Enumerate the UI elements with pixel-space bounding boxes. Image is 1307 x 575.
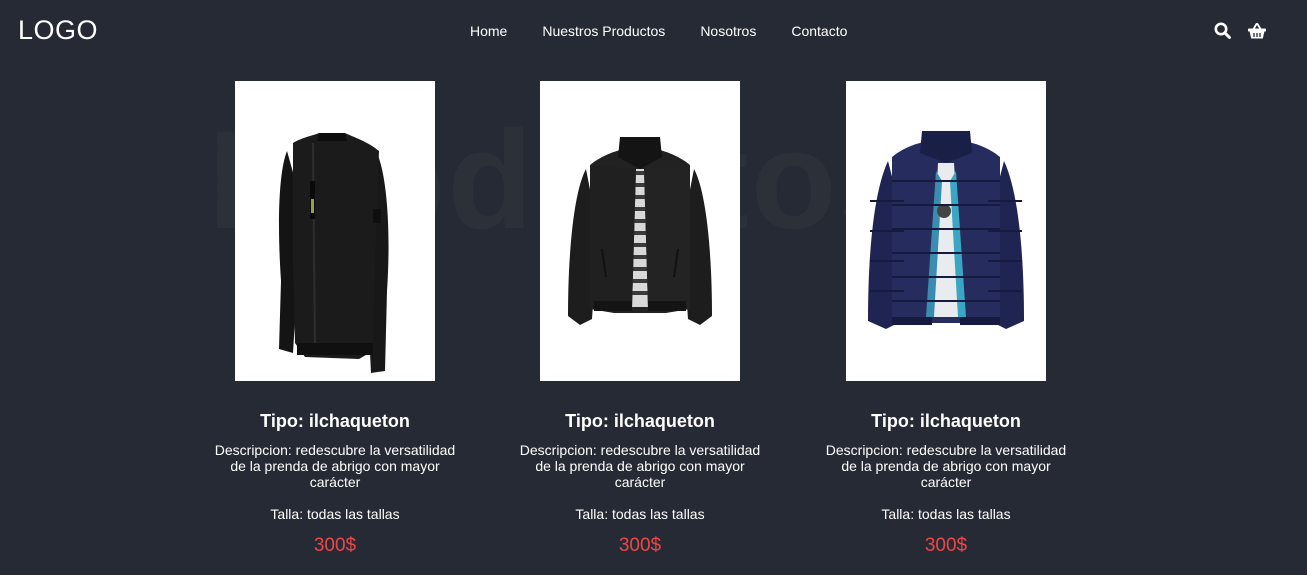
header-icons [1213,21,1267,41]
logo[interactable]: LOGO [18,13,98,47]
product-title: Tipo: ilchaqueton [260,411,410,431]
product-price: 300$ [924,535,968,556]
navy-puffer-jacket-image [868,131,1024,329]
product-price: 300$ [313,535,357,556]
product-title: Tipo: ilchaqueton [565,411,715,431]
nav-products[interactable]: Nuestros Productos [542,22,665,40]
product-description: Descripcion: redescubre la versatilidad … [825,442,1067,490]
product-size: Talla: todas las tallas [881,506,1011,522]
product-size: Talla: todas las tallas [270,506,400,522]
product-image[interactable] [846,81,1046,381]
black-harrington-jacket-image [568,137,712,325]
black-bomber-jacket-image [279,133,389,373]
product-price: 300$ [618,535,662,556]
product-card: Tipo: ilchaqueton Descripcion: redescubr… [205,81,465,556]
product-card: Tipo: ilchaqueton Descripcion: redescubr… [510,81,770,556]
nav-about[interactable]: Nosotros [700,22,756,40]
header: LOGO Home Nuestros Productos Nosotros Co… [0,0,1307,62]
nav-contact[interactable]: Contacto [791,22,847,40]
product-title: Tipo: ilchaqueton [871,411,1021,431]
product-description: Descripcion: redescubre la versatilidad … [519,442,761,490]
product-image[interactable] [540,81,740,381]
nav-home[interactable]: Home [470,22,507,40]
product-image[interactable] [235,81,435,381]
main-nav: Home Nuestros Productos Nosotros Contact… [470,22,847,40]
product-description: Descripcion: redescubre la versatilidad … [214,442,456,490]
product-size: Talla: todas las tallas [575,506,705,522]
search-icon[interactable] [1213,21,1233,41]
basket-icon[interactable] [1247,21,1267,41]
product-card: Tipo: ilchaqueton Descripcion: redescubr… [816,81,1076,556]
